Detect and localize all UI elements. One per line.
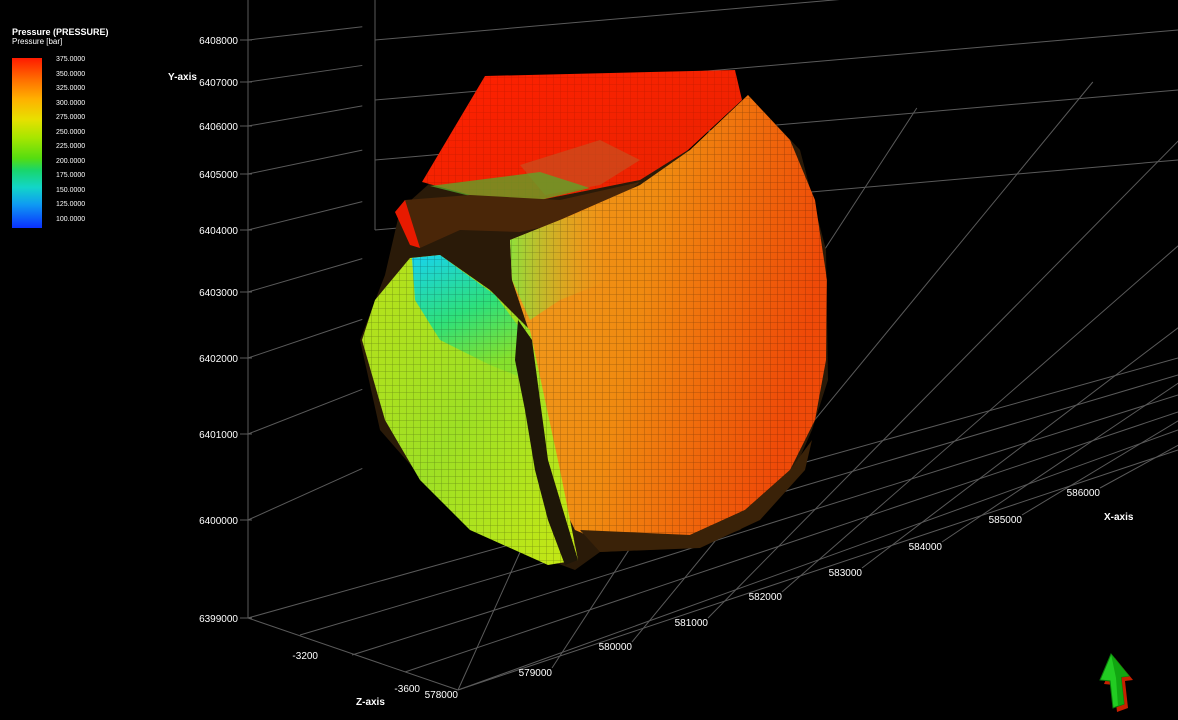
- legend-tick: 100.0000: [56, 215, 86, 223]
- y-tick-label: 6399000: [199, 614, 238, 625]
- grid-line: [374, 0, 840, 41]
- x-tick-label: 581000: [675, 618, 709, 629]
- grid-line: [247, 149, 363, 175]
- x-tick-label: 586000: [1067, 488, 1101, 499]
- legend-tick: 225.0000: [56, 143, 86, 150]
- y-tick-label: 6401000: [199, 430, 238, 441]
- x-tick-label: 582000: [749, 592, 783, 603]
- legend-tick: 325.0000: [56, 85, 86, 92]
- y-tick-label: 6400000: [199, 516, 238, 527]
- z-tick-label: -3600: [394, 684, 420, 695]
- legend-tick: 350.0000: [56, 70, 86, 78]
- y-tick-label: 6406000: [199, 122, 238, 133]
- x-tick-label: 585000: [989, 515, 1023, 526]
- grid-line: [247, 258, 363, 293]
- grid-line: [247, 467, 363, 521]
- legend-tick: 275.0000: [56, 114, 86, 121]
- y-axis-title: Y-axis: [168, 72, 197, 83]
- y-tick-label: 6403000: [199, 288, 238, 299]
- legend-subtitle: Pressure [bar]: [12, 37, 63, 46]
- green-arrow-icon[interactable]: [1095, 650, 1145, 718]
- grid-line: [247, 26, 363, 41]
- 3d-viewport[interactable]: 6408000 6407000 6406000 6405000 6404000 64030…: [0, 0, 1178, 720]
- grid-line: [247, 64, 363, 83]
- reservoir-model[interactable]: [360, 70, 828, 570]
- z-axis-line: [247, 617, 459, 691]
- grid-line: [941, 382, 1178, 543]
- x-tick-label: 580000: [599, 642, 633, 653]
- x-axis-title: X-axis: [1104, 512, 1134, 523]
- grid-line: [781, 245, 1178, 593]
- grid-line: [247, 388, 363, 435]
- y-tick-label: 6405000: [199, 170, 238, 181]
- legend-tick: 175.0000: [56, 172, 86, 179]
- color-legend: Pressure (PRESSURE) Pressure [bar] 375.0…: [12, 27, 132, 228]
- legend-tick: 200.0000: [56, 157, 86, 165]
- y-tick-label: 6404000: [199, 226, 238, 237]
- x-tick-label: 584000: [909, 542, 943, 553]
- legend-title: Pressure (PRESSURE): [12, 27, 109, 37]
- x-tick-label: 583000: [829, 568, 863, 579]
- legend-tick: 250.0000: [56, 128, 86, 136]
- z-axis-title: Z-axis: [356, 697, 385, 708]
- grid-line: [247, 105, 363, 127]
- y-tick-label: 6407000: [199, 78, 238, 89]
- grid-line: [1099, 444, 1178, 489]
- x-tick-label: 578000: [425, 690, 459, 701]
- grid-line: [247, 318, 363, 359]
- legend-tick: 150.0000: [56, 186, 86, 194]
- y-tick-label: 6402000: [199, 354, 238, 365]
- legend-tick: 125.0000: [56, 201, 86, 208]
- y-tick-label: 6408000: [199, 36, 238, 47]
- legend-tick: 300.0000: [56, 99, 86, 107]
- z-tick-label: -3200: [292, 651, 318, 662]
- legend-color-bar: [12, 58, 42, 228]
- legend-tick: 375.0000: [56, 56, 86, 63]
- grid-line: [247, 201, 363, 231]
- x-tick-label: 579000: [519, 668, 553, 679]
